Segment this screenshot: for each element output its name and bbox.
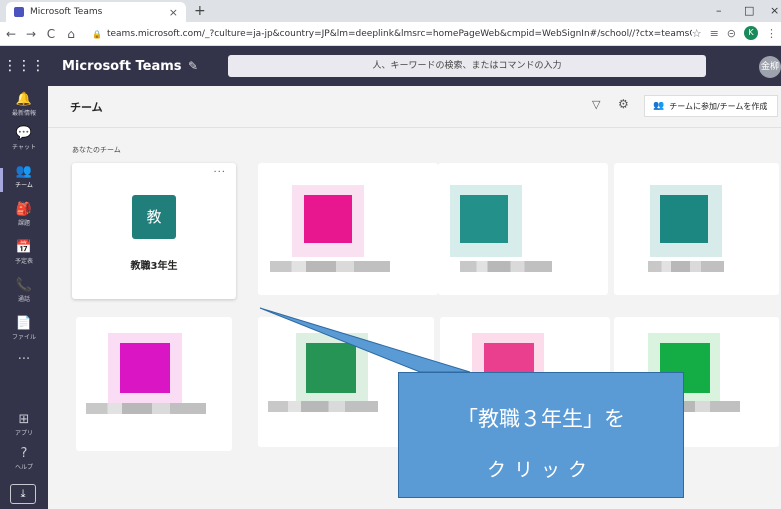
window-maximize-button[interactable]: □ [744,4,754,17]
team-card-blurred[interactable] [614,163,779,295]
url-field[interactable]: 🔒 teams.microsoft.com/_?culture=ja-jp&co… [92,25,692,43]
team-card-blurred[interactable] [258,163,438,295]
team-card-blurred[interactable] [76,317,232,451]
team-avatar-tile: 教 [132,195,176,239]
team-card-blurred[interactable] [438,163,608,295]
rail-item-chat[interactable]: 💬 チャット [0,126,48,160]
rail-item-label: 通話 [17,296,30,303]
teams-header: ⋮⋮⋮ Microsoft Teams ✎ 人、キーワードの検索、またはコマンド… [0,46,781,86]
browser-tab[interactable]: Microsoft Teams × [6,2,186,22]
rail-item-label: ファイル [11,334,36,341]
user-avatar[interactable]: 金柳 [759,56,781,78]
calendar-icon: 📅 [15,240,33,255]
callout-line-2: クリック [486,459,595,481]
extension-icon[interactable]: ≡ [710,27,719,40]
search-input[interactable]: 人、キーワードの検索、またはコマンドの入力 [228,55,706,77]
app-name: Microsoft Teams [62,58,182,74]
teams-icon: 👥 [15,164,33,179]
page-title: チーム [70,101,103,114]
profile-avatar[interactable]: K [744,26,758,40]
reload-icon[interactable]: C [42,27,60,41]
rail-item-more[interactable]: ··· [0,352,48,386]
rail-item-file[interactable]: 📄 ファイル [0,316,48,350]
window-close-button[interactable]: × [770,4,779,17]
tab-close-icon[interactable]: × [169,6,178,19]
window-minimize-button[interactable]: – [716,4,722,17]
instruction-callout: 「教職３年生」を クリック [398,372,684,498]
home-icon[interactable]: ⌂ [62,27,80,41]
left-rail: 🔔 最新情報 💬 チャット 👥 チーム 🎒 課題 📅 予定表 📞 通話 📄 ファイル ··· ⊞ アプリ? ヘルプ… [0,86,48,509]
bookmark-star-icon[interactable]: ☆ [692,27,702,40]
section-label: あなたのチーム [72,146,121,154]
download-app-icon[interactable]: ⤓ [10,484,36,504]
lock-icon: 🔒 [92,29,102,39]
browser-tabstrip: Microsoft Teams × + – □ × [0,0,781,22]
rail-item-label: 最新情報 [11,110,36,117]
apps-icon: ⊞ [18,412,30,427]
assignments-icon: 🎒 [15,202,33,217]
join-or-create-team-button[interactable]: 👥 チームに参加/チームを作成 [644,95,778,117]
rail-item-label: 予定表 [14,258,33,265]
media-icon[interactable]: ⊝ [727,27,736,40]
more-icon: ··· [17,352,31,367]
file-icon: 📄 [15,316,33,331]
rail-item-bell[interactable]: 🔔 最新情報 [0,92,48,126]
rail-item-label: チーム [15,182,33,189]
join-button-label: チームに参加/チームを作成 [669,101,768,111]
forward-icon[interactable]: → [22,27,40,41]
more-options-icon[interactable]: ··· [213,167,226,178]
filter-icon[interactable]: ▽ [592,98,600,111]
add-team-icon: 👥 [653,101,665,111]
rail-item-label: アプリ [14,430,33,437]
team-name: 教職3年生 [130,261,178,272]
back-icon[interactable]: ← [2,27,20,41]
rail-item-label: チャット [12,144,36,151]
rail-item-help[interactable]: ? ヘルプ [0,446,48,480]
callout-line-1: 「教職３年生」を [457,407,625,431]
tab-title: Microsoft Teams [30,7,103,17]
app-launcher-icon[interactable]: ⋮⋮⋮ [0,58,48,74]
teams-favicon-icon [14,7,24,17]
phone-icon: 📞 [15,278,33,293]
rail-item-label: 課題 [17,220,30,227]
help-icon: ? [20,446,28,461]
url-text: teams.microsoft.com/_?culture=ja-jp&coun… [106,29,692,39]
team-card-kyoshoku[interactable]: ··· 教 教職3年生 [72,163,236,299]
address-bar: ← → C ⌂ 🔒 teams.microsoft.com/_?culture=… [0,22,781,46]
rail-item-label: ヘルプ [14,464,33,471]
rail-item-assignments[interactable]: 🎒 課題 [0,202,48,236]
main-header: チーム ▽ ⚙ 👥 チームに参加/チームを作成 [48,86,781,128]
chat-icon: 💬 [15,126,33,141]
rail-item-calendar[interactable]: 📅 予定表 [0,240,48,274]
new-tab-button[interactable]: + [194,3,206,19]
new-chat-icon[interactable]: ✎ [188,59,198,73]
rail-item-teams[interactable]: 👥 チーム [0,164,48,198]
rail-item-apps[interactable]: ⊞ アプリ [0,412,48,446]
bell-icon: 🔔 [15,92,33,107]
browser-menu-icon[interactable]: ⋮ [766,27,777,40]
toolbar-right: ☆ ≡ ⊝ K ⋮ [692,26,777,40]
gear-icon[interactable]: ⚙ [618,97,629,111]
rail-item-phone[interactable]: 📞 通話 [0,278,48,312]
